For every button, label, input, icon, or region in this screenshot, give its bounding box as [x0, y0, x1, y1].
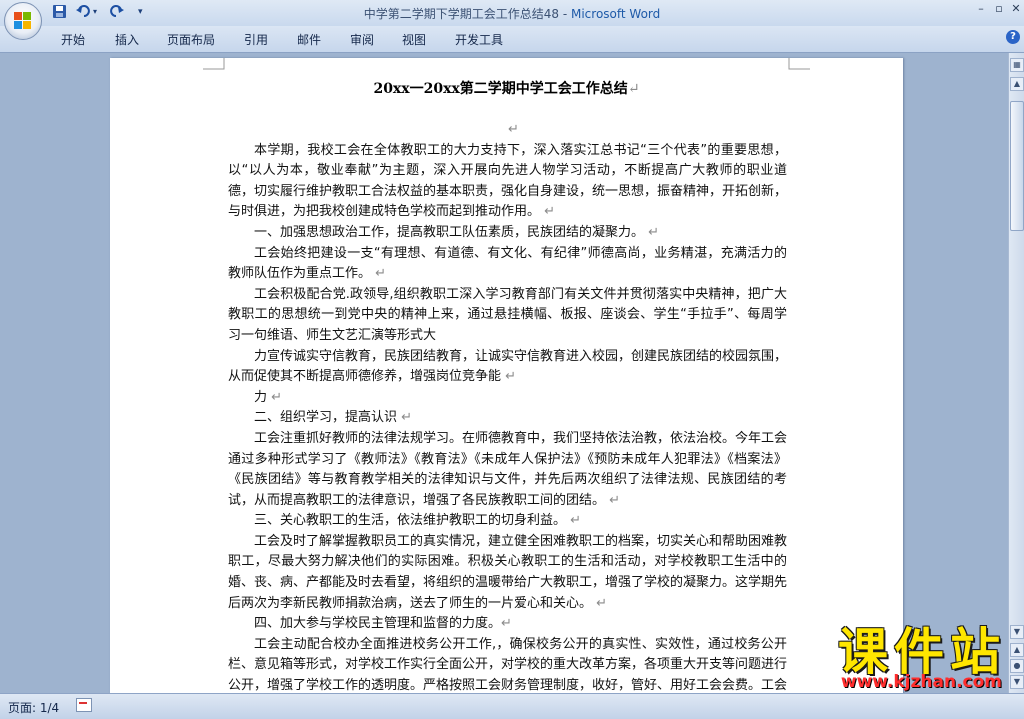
- paragraph-text: 四、加大参与学校民主管理和监督的力度。: [254, 616, 502, 632]
- office-button[interactable]: [4, 2, 42, 40]
- ribbon-tab-bar: 开始 插入 页面布局 引用 邮件 审阅 视图 开发工具 ?: [0, 26, 1024, 53]
- paragraph: 工会注重抓好教师的法律法规学习。在师德教育中，我们坚持依法治教，依法治校。今年工…: [228, 429, 787, 511]
- paragraph-mark: ↵: [375, 266, 387, 282]
- paragraph-text: 工会始终把建设一支“有理想、有道德、有文化、有纪律”师德高尚，业务精湛，充满活力…: [228, 245, 787, 282]
- paragraph-text: 二、组织学习，提高认识: [254, 410, 398, 426]
- paragraph: 工会主动配合校办全面推进校务公开工作,，确保校务公开的真实性、实效性，通过校务公…: [228, 635, 787, 698]
- paragraph-text: 工会主动配合校办全面推进校务公开工作,，确保校务公开的真实性、实效性，通过校务公…: [228, 636, 788, 694]
- tab-developer[interactable]: 开发工具: [455, 31, 503, 48]
- tab-review[interactable]: 审阅: [350, 31, 374, 48]
- paragraph-mark: ↵: [505, 369, 517, 385]
- paragraph-text: 本学期，我校工会在全体教职工的大力支持下，深入落实江总书记“三个代表”的重要思想…: [228, 142, 788, 220]
- restore-icon[interactable]: ▫: [992, 2, 1006, 16]
- paragraph: 本学期，我校工会在全体教职工的大力支持下，深入落实江总书记“三个代表”的重要思想…: [228, 141, 787, 223]
- section-heading: 四、加大参与学校民主管理和监督的力度。↵: [228, 614, 787, 635]
- watermark: 课件站 www.kjzhan.com: [772, 612, 1024, 696]
- paragraph-mark: ↵: [544, 204, 556, 220]
- paragraph: 力宣传诚实守信教育，民族团结教育，让诚实守信教育进入校园，创建民族团结的校园氛围…: [228, 347, 787, 388]
- vertical-scrollbar[interactable]: ▦ ▲ ▼ ▲ ● ▼: [1008, 53, 1024, 693]
- window-title: 中学第二学期下学期工会工作总结48 - Microsoft Word: [0, 5, 1024, 22]
- paragraph-mark: ↵: [570, 513, 582, 529]
- paragraph-text: 工会注重抓好教师的法律法规学习。在师德教育中，我们坚持依法治教，依法治校。今年工…: [228, 430, 788, 508]
- proofing-status-icon[interactable]: [76, 698, 92, 712]
- paragraph-mark: ↵: [401, 410, 413, 426]
- paragraph-text: 三、关心教职工的生活，依法维护教职工的切身利益。: [254, 513, 567, 529]
- paragraph-text: 工会积极配合党.政领导,组织教职工深入学习教育部门有关文件并贯彻落实中央精神，把…: [228, 286, 787, 343]
- app-name: Microsoft Word: [570, 7, 661, 21]
- margin-corner-left: [203, 58, 225, 70]
- paragraph-text: 工会及时了解掌握教职员工的真实情况，建立健全困难教职工的档案，切实关心和帮助困难…: [228, 533, 788, 611]
- document-name: 中学第二学期下学期工会工作总结48: [363, 7, 560, 21]
- paragraph-mark: ↵: [609, 492, 621, 508]
- paragraph-mark: ↵: [501, 616, 512, 632]
- tab-page-layout[interactable]: 页面布局: [167, 31, 215, 48]
- minimize-icon[interactable]: –: [974, 2, 988, 16]
- paragraph: 工会及时了解掌握教职员工的真实情况，建立健全困难教职工的档案，切实关心和帮助困难…: [228, 532, 787, 614]
- margin-corner-right: [788, 58, 810, 70]
- tab-mailings[interactable]: 邮件: [297, 31, 321, 48]
- office-logo-icon: [14, 12, 32, 30]
- section-heading: 一、加强思想政治工作，提高教职工队伍素质，民族团结的凝聚力。 ↵: [228, 223, 787, 244]
- help-icon[interactable]: ?: [1006, 30, 1020, 44]
- paragraph-mark: ↵: [596, 595, 608, 611]
- scrollbar-thumb[interactable]: [1010, 101, 1024, 231]
- paragraph-mark: ↵: [271, 389, 283, 405]
- title-separator: -: [559, 7, 571, 21]
- watermark-url: www.kjzhan.com: [840, 672, 1002, 692]
- section-heading: 二、组织学习，提高认识 ↵: [228, 408, 787, 429]
- empty-paragraph: ↵: [228, 120, 787, 141]
- title-bar: ▾ ▾ 中学第二学期下学期工会工作总结48 - Microsoft Word –…: [0, 0, 1024, 26]
- section-heading: 三、关心教职工的生活，依法维护教职工的切身利益。 ↵: [228, 511, 787, 532]
- document-title: 20xx一20xx第二学期中学工会工作总结↵: [110, 78, 903, 98]
- status-bar: 页面: 1/4: [0, 693, 1024, 719]
- tab-view[interactable]: 视图: [402, 31, 426, 48]
- document-body: ↵ 本学期，我校工会在全体教职工的大力支持下，深入落实江总书记“三个代表”的重要…: [228, 120, 787, 698]
- paragraph: 工会始终把建设一支“有理想、有道德、有文化、有纪律”师德高尚，业务精湛，充满活力…: [228, 244, 787, 285]
- paragraph-mark: ↵: [648, 224, 660, 240]
- tab-home[interactable]: 开始: [61, 31, 85, 48]
- page-count[interactable]: 页面: 1/4: [8, 699, 59, 716]
- close-icon[interactable]: ✕: [1009, 2, 1023, 16]
- scroll-up-icon[interactable]: ▲: [1010, 77, 1024, 91]
- document-page[interactable]: 20xx一20xx第二学期中学工会工作总结↵ ↵ 本学期，我校工会在全体教职工的…: [110, 58, 903, 698]
- paragraph-text: 一、加强思想政治工作，提高教职工队伍素质，民族团结的凝聚力。: [254, 224, 645, 240]
- tab-insert[interactable]: 插入: [115, 31, 139, 48]
- ruler-toggle-icon[interactable]: ▦: [1010, 58, 1024, 72]
- document-title-text: 20xx一20xx第二学期中学工会工作总结: [373, 81, 628, 97]
- paragraph-mark: ↵: [508, 122, 519, 137]
- paragraph-mark: ↵: [627, 81, 640, 97]
- document-workspace: 20xx一20xx第二学期中学工会工作总结↵ ↵ 本学期，我校工会在全体教职工的…: [0, 53, 1008, 698]
- paragraph: 工会积极配合党.政领导,组织教职工深入学习教育部门有关文件并贯彻落实中央精神，把…: [228, 285, 787, 347]
- paragraph-text: 力: [254, 389, 268, 405]
- tab-references[interactable]: 引用: [244, 31, 268, 48]
- paragraph: 力 ↵: [228, 388, 787, 409]
